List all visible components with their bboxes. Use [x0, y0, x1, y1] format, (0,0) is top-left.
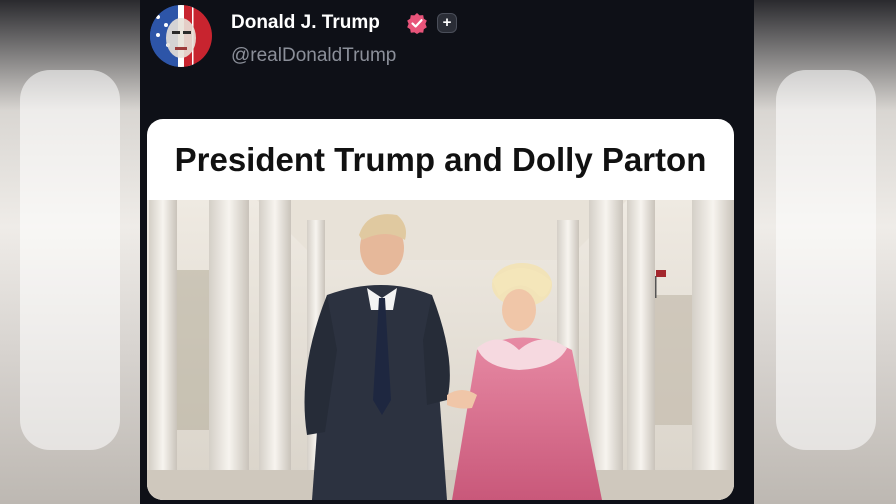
author-handle[interactable]: @realDonaldTrump [231, 45, 396, 67]
plus-button[interactable]: + [437, 13, 457, 33]
social-post: Donald J. Trump + @realDonaldTrump Presi… [140, 0, 754, 504]
card-headline: President Trump and Dolly Parton [174, 141, 707, 178]
painting-image [147, 200, 734, 500]
blurred-background-right [754, 0, 896, 504]
avatar[interactable] [150, 5, 212, 67]
blurred-column [776, 70, 876, 450]
image-card[interactable]: President Trump and Dolly Parton [147, 119, 734, 500]
verified-badge-icon [407, 13, 427, 34]
avatar-portrait-icon [150, 5, 204, 67]
blurred-background-left [0, 0, 140, 504]
blurred-column [20, 70, 120, 450]
author-name[interactable]: Donald J. Trump [231, 12, 380, 34]
